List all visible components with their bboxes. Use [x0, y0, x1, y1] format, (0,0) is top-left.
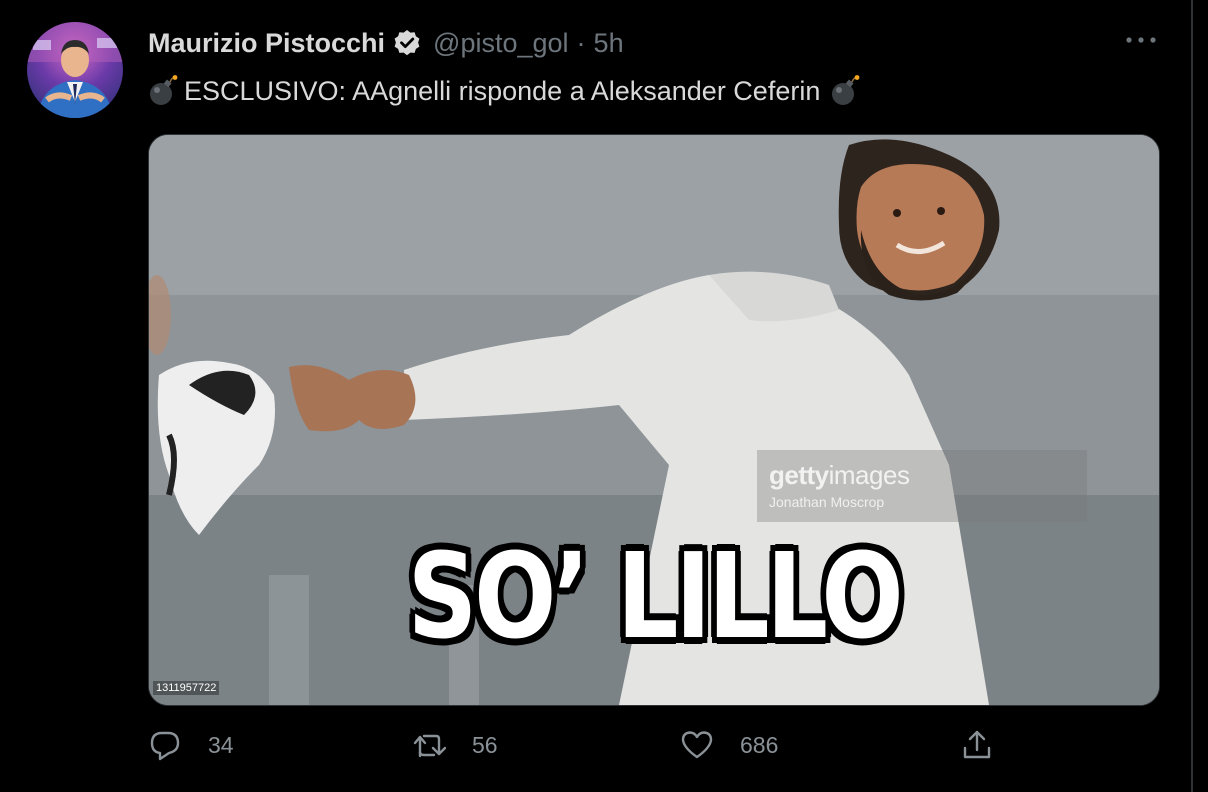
like-button[interactable]: 686: [680, 728, 778, 762]
retweet-button[interactable]: 56: [412, 728, 498, 762]
heart-icon: [681, 731, 713, 759]
tweet-header: Maurizio Pistocchi @pisto_gol · 5h: [148, 26, 624, 60]
getty-watermark: gettyimages Jonathan Moscrop: [757, 450, 1087, 522]
retweet-count: 56: [472, 731, 498, 758]
bomb-emoji-icon: [148, 74, 178, 108]
separator-dot: ·: [576, 27, 586, 58]
stock-id-label: 1311957722: [153, 681, 220, 695]
share-button[interactable]: [960, 728, 994, 762]
more-icon[interactable]: [1124, 28, 1158, 52]
bomb-emoji-icon: [830, 74, 860, 108]
author-handle[interactable]: @pisto_gol: [433, 28, 569, 59]
watermark-brand: gettyimages: [769, 460, 910, 491]
tweet-media-image[interactable]: gettyimages Jonathan Moscrop SO’ LILLO 1…: [148, 134, 1160, 706]
watermark-credit: Jonathan Moscrop: [769, 494, 885, 510]
watermark-brand-bold: getty: [769, 460, 829, 490]
verified-badge-icon: [393, 29, 421, 57]
tweet-timestamp[interactable]: 5h: [594, 28, 624, 59]
tweet-text: ESCLUSIVO: AAgnelli risponde a Aleksande…: [148, 74, 860, 108]
tweet[interactable]: Maurizio Pistocchi @pisto_gol · 5h ESCLU…: [0, 0, 1190, 792]
column-border: [1191, 0, 1193, 792]
share-icon: [963, 730, 991, 759]
retweet-icon: [413, 734, 446, 758]
tweet-body: ESCLUSIVO: AAgnelli risponde a Aleksande…: [184, 75, 821, 106]
reply-count: 34: [208, 731, 234, 758]
watermark-brand-light: images: [828, 460, 910, 490]
meme-caption: SO’ LILLO: [407, 527, 904, 665]
avatar[interactable]: [27, 22, 123, 118]
author-name[interactable]: Maurizio Pistocchi: [148, 28, 385, 59]
reply-button[interactable]: 34: [148, 728, 234, 762]
reply-icon: [150, 731, 180, 761]
like-count: 686: [740, 731, 779, 758]
